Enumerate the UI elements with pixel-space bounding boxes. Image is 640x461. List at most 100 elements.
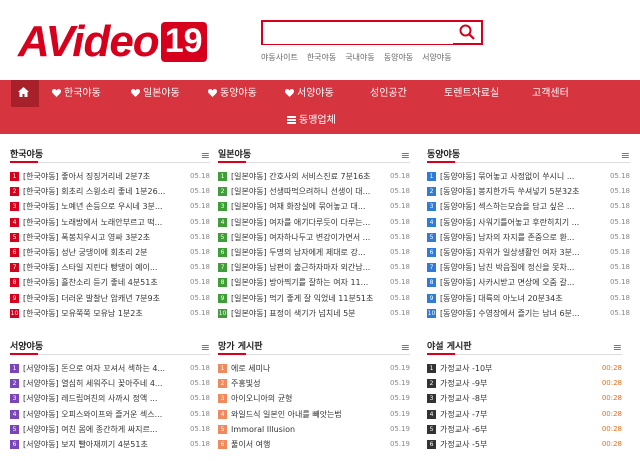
post-title[interactable]: [동양야동] 자위가 일상생활인 여자 3분... [440,245,600,260]
nav-item-adult-space[interactable]: 성인공간 [370,80,407,107]
post-title[interactable]: [한국야동] 더러운 발찰난 암캐년 7분9초 [23,291,183,306]
post-title[interactable]: [일본야동] 표정이 색기가 넘치네 5분 [231,306,391,321]
list-item[interactable]: 5 [서양야동] 여친 몸에 종간하게 싸지르... 05.18 [10,422,210,437]
search-input[interactable] [263,23,453,44]
list-item[interactable]: 2 주홍빛성 05.19 [218,376,410,391]
quick-link[interactable]: 한국야동 [307,53,336,62]
chevron-more-icon[interactable]: ≡ [201,148,210,163]
list-item[interactable]: 8 [일본야동] 방아찍기를 잘하는 여자 11... 05.18 [218,275,410,290]
post-title[interactable]: [일본야동] 먹기 좋게 잘 익었네 11분51초 [231,291,391,306]
list-item[interactable]: 5 Immoral Illusion 05.19 [218,422,410,437]
post-title[interactable]: [한국야동] 노예년 손등으로 우시네 3분... [23,199,183,214]
post-title[interactable]: [동양야동] 섹스하는모습을 담고 싶은 ... [440,199,600,214]
post-title[interactable]: [한국야동] 흘찬소리 듣기 좋네 4분51초 [23,275,183,290]
list-item[interactable]: 3 [서양야동] 레드립여친의 사까시 정액 ... 05.18 [10,391,210,406]
post-title[interactable]: [동양야동] 남자의 자지를 존중으로 환... [440,230,600,245]
nav-item-torrent[interactable]: 토렌트자료실 [444,80,499,107]
post-title[interactable]: [일본야동] 남편이 출근하자마자 외간남... [231,260,391,275]
list-item[interactable]: 1 에로 세미나 05.19 [218,361,410,376]
list-item[interactable]: 1 [한국야동] 좋아서 징징거리네 2분7초 05.18 [10,169,210,184]
list-item[interactable]: 2 [서양야동] 열심히 세워주니 꽂아주네 4... 05.18 [10,376,210,391]
post-title[interactable]: [한국야동] 노래방에서 노래안부르고 떡... [23,215,183,230]
list-item[interactable]: 6 [서양야동] 보지 빨아재끼기 4분51초 05.18 [10,437,210,452]
list-item[interactable]: 2 [한국야동] 회초리 스윙소리 좋네 1분26... 05.18 [10,184,210,199]
post-title[interactable]: [일본야동] 두명의 남자에게 제대로 강... [231,245,391,260]
post-title[interactable]: 가정교사 -9부 [440,376,600,391]
nav-item-japanese[interactable]: 일본야동 [130,80,180,107]
search-icon[interactable] [459,24,475,40]
post-title[interactable]: [한국야동] 회초리 스윙소리 좋네 1분26... [23,184,183,199]
list-item[interactable]: 1 [일본야동] 간호사의 서비스진료 7분16초 05.18 [218,169,410,184]
post-title[interactable]: [서양야동] 열심히 세워주니 꽂아주네 4... [23,376,183,391]
panel-title-link[interactable]: 한국야동 [10,150,43,160]
post-title[interactable]: [한국야동] 폭봉치우시고 영싸 3분2초 [23,230,183,245]
panel-title-link[interactable]: 서양야동 [10,342,43,352]
post-title[interactable]: [일본야동] 여자하나두고 변강이가면서 ... [231,230,391,245]
list-item[interactable]: 4 [동양야동] 사워기틀어놓고 후란히치기 ... 05.18 [427,215,630,230]
list-item[interactable]: 7 [일본야동] 남편이 출근하자마자 외간남... 05.18 [218,260,410,275]
list-item[interactable]: 6 풀이서 여행 05.19 [218,437,410,452]
list-item[interactable]: 4 [일본야동] 여자를 애기다루듯이 다루는... 05.18 [218,215,410,230]
quick-link[interactable]: 서양야동 [422,53,451,62]
post-title[interactable]: [동양야동] 봉지한가득 쑤셔넣기 5분32초 [440,184,600,199]
nav-item-asian[interactable]: 동양야동 [207,80,257,107]
panel-title-link[interactable]: 일본야동 [218,150,251,160]
post-title[interactable]: 풀이서 여행 [231,437,391,452]
panel-title-link[interactable]: 망가 게시판 [218,342,263,352]
list-item[interactable]: 6 [한국야동] 성난 궁댕이에 회초리 2분 05.18 [10,245,210,260]
list-item[interactable]: 4 와일드식 일본인 아내를 빼앗는법 05.19 [218,407,410,422]
list-item[interactable]: 10 [일본야동] 표정이 색기가 넘치네 5분 05.18 [218,306,410,321]
list-item[interactable]: 10 [동양야동] 수영장에서 즐기는 남녀 6분... 05.18 [427,306,630,321]
post-title[interactable]: [서양야동] 여친 몸에 종간하게 싸지르... [23,422,183,437]
quick-link[interactable]: 야동사이트 [261,53,298,62]
post-title[interactable]: 아이오니아의 균형 [231,391,391,406]
list-item[interactable]: 9 [동양야동] 대륙의 아노녀 20분34초 05.18 [427,291,630,306]
list-item[interactable]: 1 [동양야동] 묶어놓고 사정없이 쑤시니 ... 05.18 [427,169,630,184]
list-item[interactable]: 8 [동양야동] 사카시받고 면상에 오줌 갈... 05.18 [427,275,630,290]
nav-item-partners[interactable]: 동맹업체 [287,107,336,134]
list-item[interactable]: 2 [일본야동] 선생따먹으려하니 선생이 대... 05.18 [218,184,410,199]
post-title[interactable]: [일본야동] 여자를 애기다루듯이 다루는... [231,215,391,230]
list-item[interactable]: 6 [동양야동] 자위가 일상생활인 여자 3분... 05.18 [427,245,630,260]
nav-home[interactable] [11,80,39,107]
nav-item-support[interactable]: 고객센터 [532,80,569,107]
post-title[interactable]: [일본야동] 여재 화장실에 묶어놓고 대... [231,199,391,214]
site-logo[interactable]: AVideo 19 [18,18,207,64]
list-item[interactable]: 10 [한국야동] 모유쭉쭉 모유남 1분2초 05.18 [10,306,210,321]
list-item[interactable]: 3 [일본야동] 여재 화장실에 묶어놓고 대... 05.18 [218,199,410,214]
chevron-more-icon[interactable]: ≡ [401,148,410,163]
post-title[interactable]: 가정교사 -6부 [440,422,600,437]
nav-item-korean[interactable]: 한국야동 [51,80,101,107]
list-item[interactable]: 7 [동양야동] 남친 박음질에 정신을 못차... 05.18 [427,260,630,275]
chevron-more-icon[interactable]: ≡ [621,148,630,163]
list-item[interactable]: 1 가정교사 -10부 00:28 [427,361,622,376]
post-title[interactable]: [동양야동] 묶어놓고 사정없이 쑤시니 ... [440,169,600,184]
list-item[interactable]: 1 [서양야동] 돈으로 여자 꼬셔서 섹하는 4... 05.18 [10,361,210,376]
nav-item-western[interactable]: 서양야동 [284,80,334,107]
quick-link[interactable]: 국내야동 [345,53,374,62]
panel-title-link[interactable]: 야설 게시판 [427,342,472,352]
panel-title-link[interactable]: 동양야동 [427,150,460,160]
list-item[interactable]: 9 [한국야동] 더러운 발찰난 암캐년 7분9초 05.18 [10,291,210,306]
post-title[interactable]: [한국야동] 성난 궁댕이에 회초리 2분 [23,245,183,260]
list-item[interactable]: 5 [동양야동] 남자의 자지를 존중으로 환... 05.18 [427,230,630,245]
list-item[interactable]: 4 [서양야동] 오피스와이프와 즐거운 섹스... 05.18 [10,407,210,422]
list-item[interactable]: 5 [일본야동] 여자하나두고 변강이가면서 ... 05.18 [218,230,410,245]
post-title[interactable]: 가정교사 -7부 [440,407,600,422]
post-title[interactable]: [서양야동] 보지 빨아재끼기 4분51초 [23,437,183,452]
chevron-more-icon[interactable]: ≡ [401,340,410,355]
chevron-more-icon[interactable]: ≡ [613,340,622,355]
chevron-more-icon[interactable]: ≡ [201,340,210,355]
post-title[interactable]: 와일드식 일본인 아내를 빼앗는법 [231,407,391,422]
post-title[interactable]: [동양야동] 사카시받고 면상에 오줌 갈... [440,275,600,290]
list-item[interactable]: 2 [동양야동] 봉지한가득 쑤셔넣기 5분32초 05.18 [427,184,630,199]
list-item[interactable]: 3 아이오니아의 균형 05.19 [218,391,410,406]
post-title[interactable]: 가정교사 -8부 [440,391,600,406]
post-title[interactable]: [일본야동] 방아찍기를 잘하는 여자 11... [231,275,391,290]
post-title[interactable]: [일본야동] 간호사의 서비스진료 7분16초 [231,169,391,184]
post-title[interactable]: [한국야동] 모유쭉쭉 모유남 1분2초 [23,306,183,321]
post-title[interactable]: [동양야동] 대륙의 아노녀 20분34초 [440,291,600,306]
post-title[interactable]: [한국야동] 좋아서 징징거리네 2분7초 [23,169,183,184]
post-title[interactable]: [한국야동] 스타일 지린다 빵댕이 예이... [23,260,183,275]
post-title[interactable]: 에로 세미나 [231,361,391,376]
